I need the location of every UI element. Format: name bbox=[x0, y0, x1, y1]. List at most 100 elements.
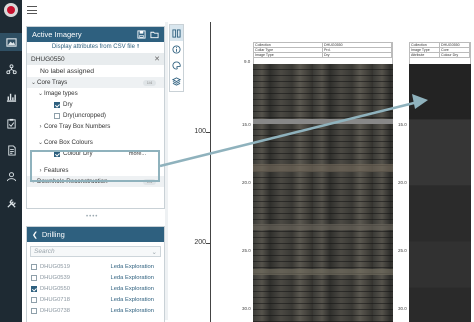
active-imagery-header: Active Imagery bbox=[27, 27, 164, 42]
image-types-row[interactable]: ⌄ Image types bbox=[27, 88, 164, 99]
app-logo bbox=[4, 3, 18, 17]
chevron-right-icon: › bbox=[39, 123, 42, 130]
drill-hole-row[interactable]: DHUG0539 Leda Exploration bbox=[27, 272, 164, 283]
dry-uncropped-label: Dry(uncropped) bbox=[63, 112, 106, 119]
save-icon[interactable] bbox=[137, 30, 146, 39]
header-value: Prd. bbox=[323, 48, 392, 52]
clipboard-icon[interactable] bbox=[0, 114, 22, 132]
drilling-title: Drilling bbox=[41, 230, 65, 239]
header-key: Collar Type bbox=[254, 48, 323, 52]
depth-label: 15.0 bbox=[242, 122, 251, 127]
app-nav-bar bbox=[0, 0, 22, 322]
track-header: Collection DHUG0550 Collar Type Prd. Image… bbox=[254, 43, 392, 58]
drill-hole-company-link[interactable]: Leda Exploration bbox=[110, 308, 154, 314]
folder-icon[interactable] bbox=[150, 30, 159, 39]
drill-hole-checkbox[interactable] bbox=[31, 296, 37, 303]
header-key: Collection bbox=[410, 43, 440, 47]
tick-label-200: 200 bbox=[194, 239, 206, 246]
drill-hole-company-link[interactable]: Leda Exploration bbox=[110, 275, 154, 281]
header-value: Colour Dry bbox=[440, 53, 470, 57]
header-value: DHUG0550 bbox=[440, 43, 470, 47]
chevron-down-icon[interactable]: ⌄ bbox=[152, 248, 157, 256]
drill-hole-id: DHUG0539 bbox=[40, 274, 70, 281]
depth-label: 30.0 bbox=[242, 306, 251, 311]
dry-uncropped-option[interactable]: Dry(uncropped) bbox=[27, 110, 164, 121]
chevron-down-icon: ⌄ bbox=[37, 91, 44, 97]
header-value: DHUG0550 bbox=[323, 43, 392, 47]
drill-hole-company-link[interactable]: Leda Exploration bbox=[110, 286, 154, 292]
upload-icon: ⭱ bbox=[136, 44, 140, 50]
view-toolbar bbox=[169, 24, 184, 92]
menu-strip bbox=[22, 0, 163, 22]
core-tray-box-numbers-row[interactable]: › Core Tray Box Numbers bbox=[27, 121, 164, 132]
core-trays-toggle[interactable]: 1/4 bbox=[143, 79, 156, 86]
depth-label: 30.0 bbox=[398, 306, 407, 311]
track-header: Collection DHUG0550 Image Type Core Attrib… bbox=[410, 43, 470, 58]
network-icon[interactable] bbox=[0, 60, 22, 78]
image-types-label: Image types bbox=[44, 90, 78, 97]
drill-hole-id: DHUG0550 bbox=[40, 285, 70, 292]
no-label-text: No label assigned bbox=[40, 67, 95, 75]
drill-hole-id: DHUG0718 bbox=[40, 296, 70, 303]
core-box-colours-label: Core Box Colours bbox=[44, 139, 93, 146]
csv-attributes-link[interactable]: Display attributes from CSV file ⭱ bbox=[27, 42, 164, 53]
core-tray-box-numbers-label: Core Tray Box Numbers bbox=[44, 123, 111, 130]
layers-icon[interactable] bbox=[170, 73, 183, 89]
drill-hole-checkbox[interactable] bbox=[31, 274, 37, 281]
core-trays-row[interactable]: ⌄ Core Trays 1/4 bbox=[27, 77, 164, 88]
images-icon[interactable] bbox=[0, 33, 22, 51]
chevron-down-icon: ⌄ bbox=[30, 80, 37, 86]
hole-header: DHUG0550 ✕ bbox=[27, 53, 164, 65]
chevron-down-icon: ⌄ bbox=[37, 140, 44, 146]
active-imagery-title: Active Imagery bbox=[32, 30, 82, 39]
dry-label: Dry bbox=[63, 101, 73, 108]
colour-column[interactable] bbox=[409, 64, 471, 322]
header-key: Collection bbox=[254, 43, 323, 47]
depth-label: 15.0 bbox=[398, 122, 407, 127]
core-tray-image[interactable] bbox=[253, 64, 393, 322]
palette-icon[interactable] bbox=[170, 57, 183, 73]
close-icon[interactable]: ✕ bbox=[154, 55, 160, 63]
drill-hole-row[interactable]: DHUG0718 Leda Exploration bbox=[27, 294, 164, 305]
header-key: Image Type bbox=[254, 53, 323, 57]
back-icon[interactable]: ❮ bbox=[32, 231, 38, 239]
panel-resize-handle[interactable]: •••• bbox=[86, 214, 106, 220]
depth-axis bbox=[210, 22, 211, 322]
drill-hole-row[interactable]: DHUG0738 Leda Exploration bbox=[27, 305, 164, 316]
core-box-colours-row[interactable]: ⌄ Core Box Colours bbox=[27, 137, 164, 148]
chart-icon[interactable] bbox=[0, 87, 22, 105]
dry-option[interactable]: Dry bbox=[27, 99, 164, 110]
drill-hole-company-link[interactable]: Leda Exploration bbox=[110, 264, 154, 270]
drill-hole-id: DHUG0738 bbox=[40, 307, 70, 314]
drilling-header: ❮ Drilling bbox=[27, 227, 164, 242]
depth-label: 20.0 bbox=[242, 180, 251, 185]
grid-icon[interactable] bbox=[170, 25, 183, 41]
dry-uncropped-checkbox[interactable] bbox=[54, 112, 60, 119]
hole-id: DHUG0550 bbox=[31, 55, 65, 63]
left-panel-scrollbar[interactable] bbox=[165, 22, 168, 320]
hamburger-menu-icon[interactable] bbox=[27, 6, 37, 16]
depth-label: 25.0 bbox=[398, 248, 407, 253]
axis-tick bbox=[206, 243, 210, 244]
drill-hole-checkbox[interactable] bbox=[31, 307, 37, 314]
highlight-box bbox=[30, 150, 160, 182]
drill-hole-id: DHUG0519 bbox=[40, 263, 70, 270]
dry-checkbox[interactable] bbox=[54, 101, 60, 108]
tick-label-100: 100 bbox=[194, 128, 206, 135]
info-icon[interactable] bbox=[170, 41, 183, 57]
users-icon[interactable] bbox=[0, 167, 22, 185]
drilling-panel: ❮ Drilling Search ⌄ DHUG0519 Leda Explora… bbox=[26, 226, 165, 322]
drill-hole-company-link[interactable]: Leda Exploration bbox=[110, 297, 154, 303]
drill-hole-row[interactable]: DHUG0519 Leda Exploration bbox=[27, 261, 164, 272]
drill-hole-checkbox[interactable] bbox=[31, 285, 37, 292]
search-input[interactable]: Search ⌄ bbox=[30, 246, 161, 257]
document-icon[interactable] bbox=[0, 141, 22, 159]
tools-icon[interactable] bbox=[0, 194, 22, 212]
depth-label: 25.0 bbox=[242, 248, 251, 253]
core-trays-label: Core Trays bbox=[37, 79, 68, 86]
drill-hole-row[interactable]: DHUG0550 Leda Exploration bbox=[27, 283, 164, 294]
search-placeholder: Search bbox=[34, 248, 55, 255]
drill-hole-checkbox[interactable] bbox=[31, 263, 37, 270]
header-key: Attribute bbox=[410, 53, 440, 57]
header-key: Image Type bbox=[410, 48, 440, 52]
